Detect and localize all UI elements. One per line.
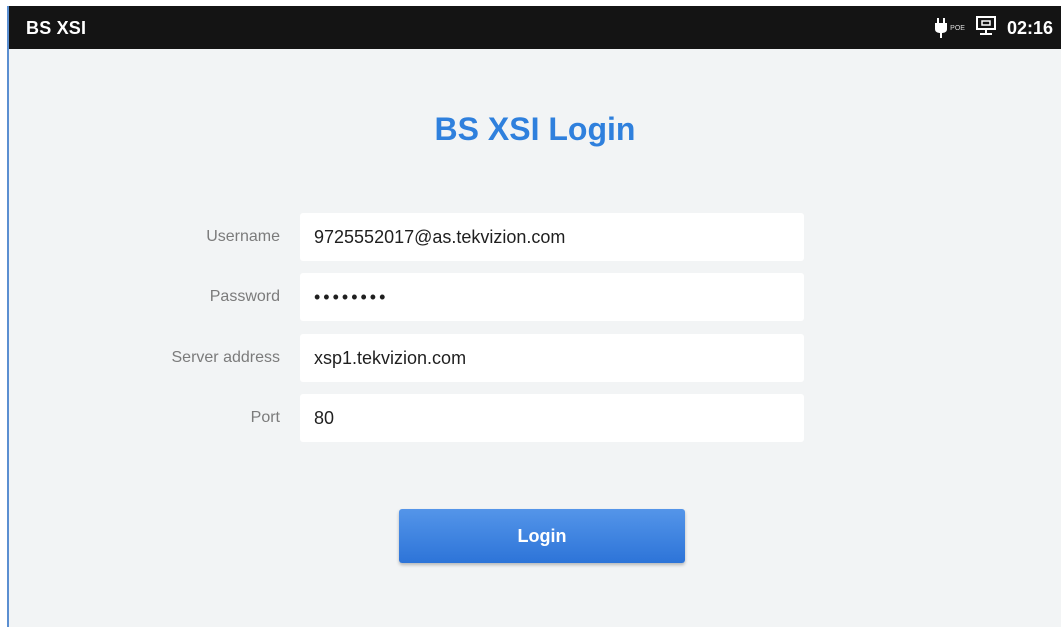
login-button[interactable]: Login bbox=[399, 509, 685, 563]
password-input[interactable]: •••••••• bbox=[300, 273, 804, 321]
power-plug-icon: POE bbox=[934, 18, 965, 38]
password-label: Password bbox=[209, 288, 280, 305]
password-row: Password •••••••• bbox=[9, 273, 1061, 321]
status-icons: POE 02:16 bbox=[934, 15, 1053, 41]
page-title: BS XSI Login bbox=[434, 111, 636, 147]
clock: 02:16 bbox=[1006, 17, 1053, 38]
poe-label: POE bbox=[950, 24, 965, 32]
app-window: BS XSI POE 02:16 BS XSI Login Username 9… bbox=[7, 6, 1061, 627]
server-address-row: Server address xsp1.tekvizion.com bbox=[9, 334, 1061, 382]
status-bar: BS XSI POE 02:16 bbox=[9, 6, 1061, 49]
server-address-input[interactable]: xsp1.tekvizion.com bbox=[300, 334, 804, 382]
port-input[interactable]: 80 bbox=[300, 394, 804, 442]
server-address-label: Server address bbox=[171, 349, 281, 366]
network-monitor-icon bbox=[975, 15, 997, 41]
port-label: Port bbox=[250, 409, 280, 426]
app-title: BS XSI bbox=[26, 18, 87, 38]
username-row: Username 9725552017@as.tekvizion.com bbox=[9, 213, 1061, 261]
username-input[interactable]: 9725552017@as.tekvizion.com bbox=[300, 213, 804, 261]
username-label: Username bbox=[206, 228, 280, 245]
port-row: Port 80 bbox=[9, 394, 1061, 442]
